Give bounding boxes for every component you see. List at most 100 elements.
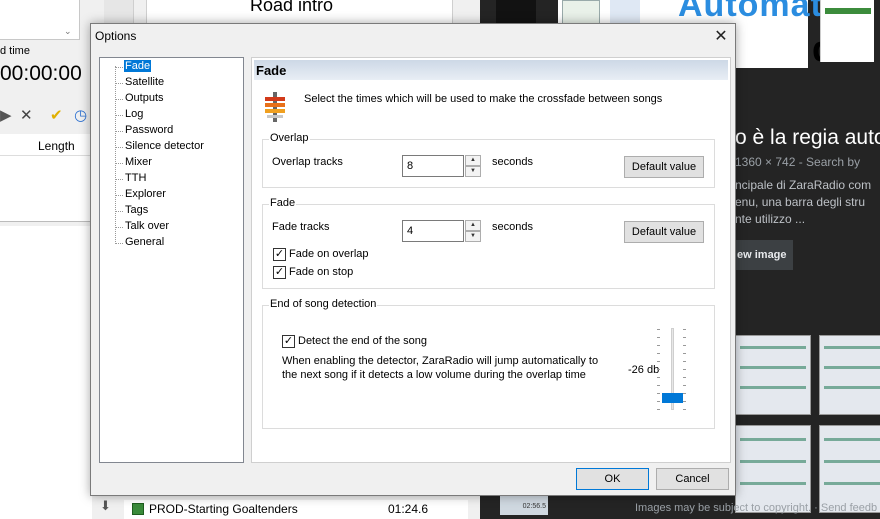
decrement-icon[interactable]: ▼ [465,231,481,242]
slider-tick [657,393,660,394]
background-scrollbar[interactable] [452,0,468,24]
overlap-default-button[interactable]: Default value [624,156,704,178]
related-image[interactable] [819,425,880,513]
fade-on-stop-checkbox[interactable]: ✓ Fade on stop [273,266,373,280]
result-meta: 1360 × 742 - Search by [735,155,861,169]
tree-item-silence-detector[interactable]: Silence detector [100,139,240,155]
checkmark-icon: ✓ [273,266,286,279]
tree-item-label: Talk over [125,220,170,232]
tree-item-talk-over[interactable]: Talk over [100,219,240,235]
close-icon[interactable]: ✕ [711,27,731,47]
related-image[interactable] [735,425,811,513]
slider-tick [657,401,660,402]
detector-help-text: When enabling the detector, ZaraRadio wi… [282,355,599,381]
tree-item-tags[interactable]: Tags [100,203,240,219]
checkmark-icon: ✓ [282,335,295,348]
slider-tick [657,377,660,378]
tree-item-fade[interactable]: Fade [100,59,240,75]
fade-default-button[interactable]: Default value [624,221,704,243]
now-playing-title: Road intro [250,0,334,15]
tree-item-mixer[interactable]: Mixer [100,155,240,171]
playlist-header: Length [0,134,92,156]
slider-tick [683,337,686,338]
related-image[interactable] [735,335,811,415]
related-images-row [735,335,880,415]
slider-tick [683,329,686,330]
tree-item-explorer[interactable]: Explorer [100,187,240,203]
tree-item-satellite[interactable]: Satellite [100,75,240,91]
play-icon[interactable]: ▶ [0,106,12,124]
slider-tick [657,337,660,338]
related-thumb[interactable] [820,0,874,62]
close-icon[interactable]: ✕ [20,106,33,124]
chevron-down-icon: ⌄ [64,26,72,36]
tree-item-label: Tags [125,204,149,216]
overlap-tracks-input[interactable] [402,155,464,177]
fade-on-overlap-checkbox[interactable]: ✓ Fade on overlap [273,248,383,262]
fade-unit-label: seconds [492,221,533,233]
stepper-buttons: ▲ ▼ [465,155,481,177]
background-playlist: Length [0,134,92,222]
cancel-button[interactable]: Cancel [656,468,729,490]
checkbox-label: Detect the end of the song [298,335,428,347]
level-slider[interactable] [657,328,689,410]
detect-end-of-song-checkbox[interactable]: ✓ Detect the end of the song [282,335,442,349]
tree-item-log[interactable]: Log [100,107,240,123]
fade-tracks-input[interactable] [402,220,464,242]
slider-tick [657,369,660,370]
page-header: Fade [254,60,728,80]
slider-tick [683,353,686,354]
decrement-icon[interactable]: ▼ [465,166,481,177]
audio-file-icon [132,503,144,515]
tree-item-label: Silence detector [125,140,204,152]
tree-item-label: General [125,236,165,248]
tree-item-outputs[interactable]: Outputs [100,91,240,107]
tree-item-label: Fade [124,60,152,72]
fade-tracks-stepper[interactable]: ▲ ▼ [402,220,482,242]
slider-tick [657,385,660,386]
list-item[interactable]: PROD-Starting Goaltenders 01:24.6 [124,500,468,519]
group-title: End of song detection [269,298,378,310]
group-title: Overlap [269,132,310,144]
overlap-unit-label: seconds [492,156,533,168]
result-title[interactable]: o è la regia auto [735,126,880,150]
slider-tick [657,345,660,346]
ok-button[interactable]: OK [576,468,649,490]
tree-item-tth[interactable]: TTH [100,171,240,187]
tree-item-label: Password [125,124,174,136]
slider-tick [657,361,660,362]
view-image-button[interactable]: ew image [735,240,793,270]
slider-tick [683,345,686,346]
page-title: Fade [256,63,287,78]
end-time-value: 00:00:00 [0,62,82,85]
slider-tick [683,377,686,378]
tree-item-label: Mixer [125,156,152,168]
tree-item-label: Satellite [125,76,165,88]
stepper-buttons: ▲ ▼ [465,220,481,242]
options-tree: Fade Satellite Outputs Log Password Sile… [99,57,244,463]
slider-tick [657,353,660,354]
intro-text: Select the times which will be used to m… [304,93,663,105]
slider-tick [683,401,686,402]
tree-item-password[interactable]: Password [100,123,240,139]
overlap-tracks-stepper[interactable]: ▲ ▼ [402,155,482,177]
browser-dark-strip [496,0,536,24]
increment-icon[interactable]: ▲ [465,155,481,166]
tree-item-general[interactable]: General [100,235,240,251]
increment-icon[interactable]: ▲ [465,220,481,231]
column-length[interactable]: Length [38,139,75,153]
arrow-down-icon[interactable]: ⬇ [100,498,111,514]
list-item-duration: 01:24.6 [388,502,429,516]
result-description: ncipale di ZaraRadio com enu, una barra … [735,178,872,226]
clock-icon[interactable]: ◷ [74,106,87,124]
checkmark-icon: ✓ [273,248,286,261]
slider-tick [683,369,686,370]
related-image[interactable] [819,335,880,415]
background-lower-panel [0,226,92,519]
background-top-list: ⌄ [0,0,80,40]
checkmark-icon[interactable]: ✔ [50,106,63,124]
slider-tick [683,393,686,394]
overlap-group: Overlap Overlap tracks ▲ ▼ seconds Defau… [262,132,715,188]
checkbox-label: Fade on overlap [289,248,369,260]
slider-thumb[interactable] [662,393,683,403]
